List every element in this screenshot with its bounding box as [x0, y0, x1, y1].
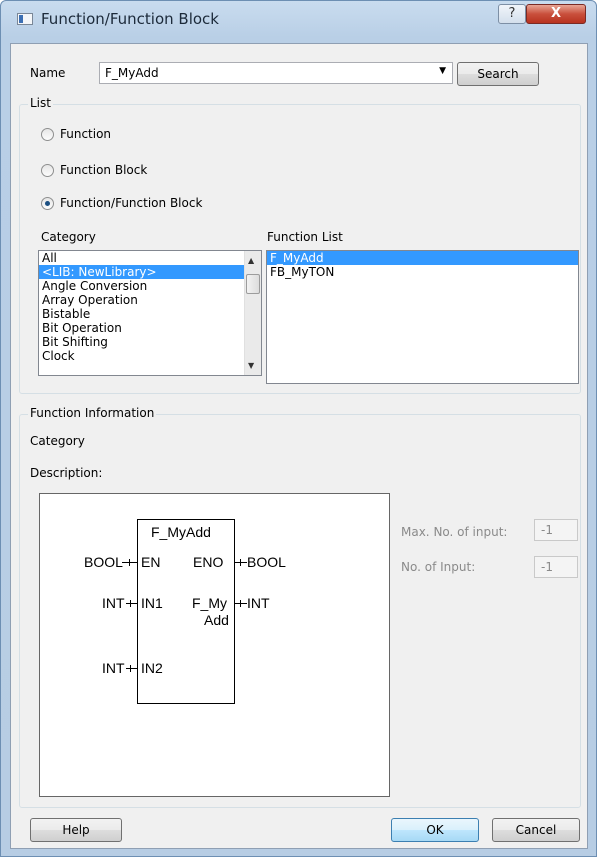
function-items: F_MyAdd FB_MyTON [267, 251, 578, 279]
category-list-item[interactable]: All [39, 251, 261, 265]
diagram-eno-tick [240, 559, 241, 566]
diagram-out-label-1: F_My [192, 595, 227, 611]
diagram-en-label: EN [141, 554, 161, 570]
diagram-en-tick [129, 559, 130, 566]
name-label: Name [30, 66, 66, 80]
num-inputs-field: -1 [534, 556, 578, 578]
diagram-out-label-2: Add [204, 612, 229, 628]
diagram-in1-pin [126, 603, 137, 604]
dialog-client: Name F_MyAdd ▼ Search List Function Func… [10, 43, 588, 849]
scroll-up-arrow-icon[interactable]: ▲ [248, 256, 254, 265]
window-app-icon [17, 13, 33, 25]
dialog-window: Function/Function Block ? X Name F_MyAdd… [0, 0, 597, 857]
diagram-in2-pin [126, 668, 137, 669]
list-group-title: List [28, 96, 53, 110]
category-list-item[interactable]: Clock [39, 349, 261, 363]
description-label: Description: [30, 466, 103, 480]
function-diagram: F_MyAdd BOOL EN ENO BOOL INT IN1 F_My Ad… [39, 493, 390, 797]
category-list-item[interactable]: Array Operation [39, 293, 261, 307]
diagram-in2-label: IN2 [141, 660, 163, 676]
diagram-in2-tick [130, 665, 131, 672]
diagram-en-type: BOOL [84, 554, 123, 570]
scroll-down-arrow-icon[interactable]: ▼ [248, 361, 254, 370]
diagram-eno-label: ENO [193, 554, 224, 570]
radio-function-label: Function [60, 127, 112, 141]
category-listbox[interactable]: All <LIB: NewLibrary> Angle Conversion Arra… [38, 250, 262, 376]
category-list-item[interactable]: Bit Operation [39, 321, 261, 335]
diagram-in1-tick [130, 600, 131, 607]
title-bar[interactable]: Function/Function Block ? X [1, 1, 596, 37]
title-help-button[interactable]: ? [498, 4, 526, 24]
radio-function-function-block-label: Function/Function Block [60, 196, 203, 210]
cancel-button[interactable]: Cancel [492, 818, 580, 842]
num-inputs-label: No. of Input: [401, 560, 476, 574]
max-inputs-field: -1 [534, 519, 578, 541]
function-list-item[interactable]: FB_MyTON [267, 265, 578, 279]
radio-function-button[interactable] [41, 128, 54, 141]
search-button[interactable]: Search [457, 62, 539, 86]
category-list-item[interactable]: Bit Shifting [39, 335, 261, 349]
category-scrollbar[interactable]: ▲ ▼ [244, 251, 261, 375]
dropdown-arrow-icon[interactable]: ▼ [439, 66, 446, 76]
info-category-label: Category [30, 434, 85, 448]
category-list-item[interactable]: Bistable [39, 307, 261, 321]
radio-function-function-block-button[interactable] [41, 197, 54, 210]
category-list-item[interactable]: Angle Conversion [39, 279, 261, 293]
radio-function-block-label: Function Block [60, 163, 148, 177]
max-inputs-label: Max. No. of input: [401, 525, 508, 539]
function-info-title: Function Information [28, 406, 157, 420]
window-title: Function/Function Block [41, 10, 219, 28]
diagram-in2-type: INT [102, 660, 125, 676]
function-list-item[interactable]: F_MyAdd [267, 251, 578, 265]
diagram-block-name: F_MyAdd [151, 524, 211, 540]
diagram-out-tick [240, 600, 241, 607]
diagram-eno-pin [235, 562, 247, 563]
help-button[interactable]: Help [30, 818, 122, 842]
radio-function-block-button[interactable] [41, 164, 54, 177]
close-button[interactable]: X [526, 4, 586, 24]
diagram-in1-label: IN1 [141, 595, 163, 611]
category-items: All <LIB: NewLibrary> Angle Conversion Arra… [39, 251, 261, 363]
category-label: Category [41, 230, 96, 244]
name-combobox-value: F_MyAdd [105, 66, 159, 80]
function-list-label: Function List [267, 230, 343, 244]
diagram-in1-type: INT [102, 595, 125, 611]
category-list-item[interactable]: <LIB: NewLibrary> [39, 265, 261, 279]
scroll-thumb[interactable] [246, 274, 260, 294]
function-listbox[interactable]: F_MyAdd FB_MyTON [266, 250, 579, 384]
ok-button[interactable]: OK [391, 818, 479, 842]
diagram-out-pin [235, 603, 247, 604]
diagram-out-type: INT [247, 595, 270, 611]
name-combobox[interactable]: F_MyAdd ▼ [99, 62, 453, 84]
diagram-eno-type: BOOL [247, 554, 286, 570]
